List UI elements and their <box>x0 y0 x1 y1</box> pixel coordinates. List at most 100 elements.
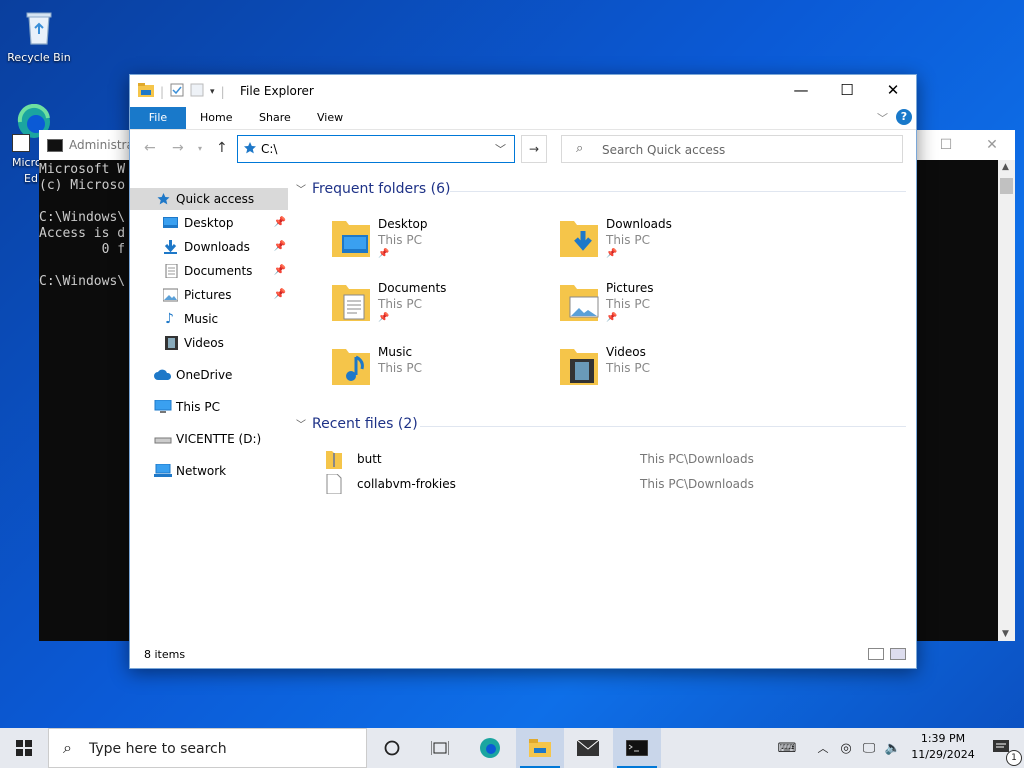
explorer-titlebar[interactable]: | ▾ | File Explorer — ☐ ✕ <box>130 75 916 107</box>
sidebar-item-videos[interactable]: Videos <box>130 332 288 354</box>
close-button[interactable]: ✕ <box>870 75 916 105</box>
scroll-down-icon[interactable]: ▼ <box>1002 629 1009 639</box>
sidebar-item-onedrive[interactable]: OneDrive <box>130 364 288 386</box>
pin-icon: 📌 <box>273 241 286 252</box>
help-icon[interactable]: ? <box>896 109 912 125</box>
sidebar-item-quick-access[interactable]: Quick access <box>130 188 288 210</box>
tab-home[interactable]: Home <box>200 107 232 129</box>
file-explorer-window[interactable]: | ▾ | File Explorer — ☐ ✕ File Home Shar… <box>129 74 917 669</box>
taskbar: ⌕ Type here to search ⌨ ︿ ◎ 🖵 🔈 1:39 PM … <box>0 728 1024 768</box>
console-scroll-thumb[interactable] <box>1000 178 1013 194</box>
taskbar-mail-button[interactable] <box>564 728 612 768</box>
edge-desktop-icon[interactable]: Micro Ed <box>0 103 50 185</box>
sidebar-item-documents[interactable]: Documents 📌 <box>130 260 288 282</box>
scroll-up-icon[interactable]: ▲ <box>1002 162 1009 172</box>
clock-time: 1:39 PM <box>920 732 966 745</box>
cortana-button[interactable] <box>368 728 416 768</box>
folder-tile[interactable]: Downloads This PC 📌 <box>558 215 758 275</box>
recent-locations-icon[interactable]: ▾ <box>198 144 202 153</box>
file-name: collabvm-frokies <box>357 477 456 491</box>
properties-icon[interactable] <box>170 83 184 100</box>
folder-tile[interactable]: Documents This PC 📌 <box>330 279 530 339</box>
console-maximize-button[interactable]: ☐ <box>923 130 969 160</box>
up-icon[interactable]: ↑ <box>216 140 228 156</box>
recent-files-header[interactable]: ﹀ Recent files (2) <box>296 416 418 432</box>
system-clock[interactable]: 1:39 PM 11/29/2024 <box>905 731 981 763</box>
downloads-folder-icon <box>560 221 598 257</box>
large-icons-view-icon[interactable] <box>890 648 906 660</box>
zip-file-icon <box>326 451 342 469</box>
address-dropdown-icon[interactable]: ﹀ <box>495 141 506 157</box>
go-arrow-icon[interactable]: → <box>521 135 547 163</box>
folder-name: Documents <box>378 281 447 295</box>
console-close-button[interactable]: ✕ <box>969 130 1015 160</box>
back-icon[interactable]: ← <box>144 140 156 156</box>
sidebar-item-this-pc[interactable]: This PC <box>130 396 288 418</box>
taskbar-search-box[interactable]: ⌕ Type here to search <box>48 728 367 768</box>
forward-icon[interactable]: → <box>172 140 184 156</box>
address-value[interactable]: C:\ <box>261 142 277 156</box>
details-view-icon[interactable] <box>868 648 884 660</box>
section-divider <box>420 426 906 427</box>
network-disconnected-icon[interactable]: 🖵 <box>858 728 880 768</box>
customize-toolbar-icon[interactable]: ▾ <box>210 87 215 97</box>
item-count: 8 items <box>144 648 186 661</box>
pin-icon: 📌 <box>273 217 286 228</box>
folder-app-icon[interactable] <box>138 83 154 100</box>
action-center-button[interactable]: 1 <box>982 728 1022 768</box>
task-view-button[interactable] <box>416 728 464 768</box>
minimize-button[interactable]: — <box>778 75 824 105</box>
keyboard-icon[interactable]: ⌨ <box>772 728 802 768</box>
folder-location: This PC <box>606 361 650 375</box>
sidebar-item-network[interactable]: Network <box>130 460 288 482</box>
desktop-icon <box>163 217 178 228</box>
taskbar-edge-button[interactable] <box>466 728 514 768</box>
cortana-circle-icon <box>384 740 400 756</box>
pin-icon: 📌 <box>273 289 286 300</box>
sidebar-item-pictures[interactable]: Pictures 📌 <box>130 284 288 306</box>
music-folder-icon <box>332 349 370 385</box>
sidebar-item-desktop[interactable]: Desktop 📌 <box>130 212 288 234</box>
new-folder-icon[interactable] <box>190 83 204 100</box>
sidebar-label: Downloads <box>184 240 250 254</box>
folder-name: Music <box>378 345 413 359</box>
sidebar-item-drive-d[interactable]: VICENTTE (D:) <box>130 428 288 450</box>
recycle-bin-desktop-icon[interactable]: Recycle Bin <box>4 8 74 64</box>
frequent-folders-header[interactable]: ﹀ Frequent folders (6) <box>296 181 451 197</box>
address-bar[interactable]: C:\ ﹀ <box>237 135 515 163</box>
search-icon: ⌕ <box>576 141 584 156</box>
start-button[interactable] <box>0 728 48 768</box>
file-explorer-icon <box>529 739 551 757</box>
recent-file-row[interactable]: collabvm-frokies This PC\Downloads <box>326 474 786 496</box>
quick-access-toolbar: | ▾ | <box>138 83 225 100</box>
meet-now-icon[interactable]: ◎ <box>836 728 856 768</box>
sidebar-item-downloads[interactable]: Downloads 📌 <box>130 236 288 258</box>
console-scrollbar[interactable]: ▲ ▼ <box>998 160 1015 641</box>
maximize-button[interactable]: ☐ <box>824 75 870 105</box>
console-line: Access is d <box>39 226 126 241</box>
file-path: This PC\Downloads <box>640 477 754 491</box>
folder-tile[interactable]: Desktop This PC 📌 <box>330 215 530 275</box>
console-line: Microsoft W <box>39 162 126 177</box>
tab-view[interactable]: View <box>317 107 343 129</box>
taskbar-file-explorer-button[interactable] <box>516 728 564 768</box>
computer-icon <box>154 400 172 413</box>
ribbon-expand-icon[interactable]: ﹀ <box>877 110 888 126</box>
tab-share[interactable]: Share <box>259 107 291 129</box>
folder-tile[interactable]: Music This PC <box>330 343 530 403</box>
pictures-icon <box>163 288 178 302</box>
folder-tile[interactable]: Pictures This PC 📌 <box>558 279 758 339</box>
pin-icon: 📌 <box>606 249 618 259</box>
show-hidden-icons-chevron-icon[interactable]: ︿ <box>812 728 834 768</box>
folder-tile[interactable]: Videos This PC <box>558 343 758 403</box>
tab-file[interactable]: File <box>130 107 186 129</box>
sidebar-item-music[interactable]: ♪ Music <box>130 308 288 330</box>
recent-files-title: Recent files (2) <box>312 416 418 432</box>
document-icon <box>165 264 178 278</box>
search-input[interactable]: ⌕ Search Quick access <box>561 135 903 163</box>
cloud-icon <box>154 369 172 380</box>
edge-icon <box>480 738 500 758</box>
taskbar-cmd-button[interactable] <box>613 728 661 768</box>
recent-file-row[interactable]: butt This PC\Downloads <box>326 449 786 471</box>
volume-muted-icon[interactable]: 🔈 <box>882 728 904 768</box>
